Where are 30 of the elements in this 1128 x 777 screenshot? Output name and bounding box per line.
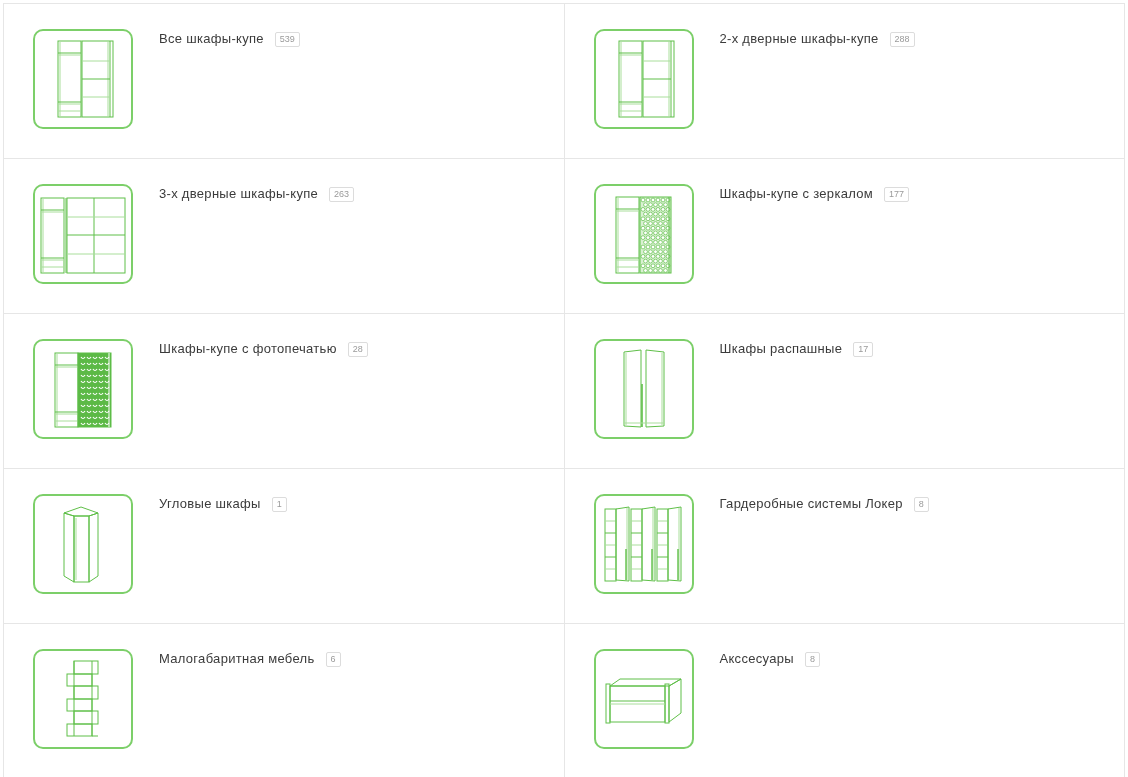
shelves-icon[interactable]: [33, 649, 133, 749]
category-link[interactable]: Гардеробные системы Локер: [719, 496, 903, 512]
category-link[interactable]: Угловые шкафы: [159, 496, 261, 512]
item-count: 1: [271, 496, 287, 512]
cabinet-icon[interactable]: [593, 339, 694, 439]
wardrobe-icon[interactable]: [593, 184, 694, 284]
shelving-icon[interactable]: [593, 494, 694, 594]
category-link[interactable]: Все шкафы-купе: [159, 31, 264, 47]
drawer-icon[interactable]: [593, 649, 694, 749]
item-count: 539: [274, 31, 300, 47]
category-link[interactable]: Шкафы распашные: [719, 341, 843, 357]
wardrobe-icon[interactable]: [33, 339, 133, 439]
category-link[interactable]: Шкафы-купе с фотопечатью: [159, 341, 337, 357]
wardrobe-icon[interactable]: [593, 29, 694, 129]
category-link[interactable]: 2-х дверные шкафы-купе: [719, 31, 879, 47]
item-count: 28: [347, 341, 368, 357]
category-link[interactable]: Акссесуары: [719, 651, 794, 667]
wardrobe-icon[interactable]: [33, 184, 133, 284]
category-link[interactable]: Малогабаритная мебель: [159, 651, 315, 667]
item-count: 17: [853, 341, 874, 357]
item-count: 6: [325, 651, 341, 667]
item-count: 288: [889, 31, 915, 47]
item-count: 8: [804, 651, 820, 667]
category-link[interactable]: Шкафы-купе с зеркалом: [719, 186, 873, 202]
item-count: 8: [913, 496, 929, 512]
wardrobe-icon[interactable]: [33, 29, 133, 129]
cabinet-icon[interactable]: [33, 494, 133, 594]
category-link[interactable]: 3-х дверные шкафы-купе: [159, 186, 319, 202]
item-count: 263: [329, 186, 355, 202]
item-count: 177: [884, 186, 910, 202]
